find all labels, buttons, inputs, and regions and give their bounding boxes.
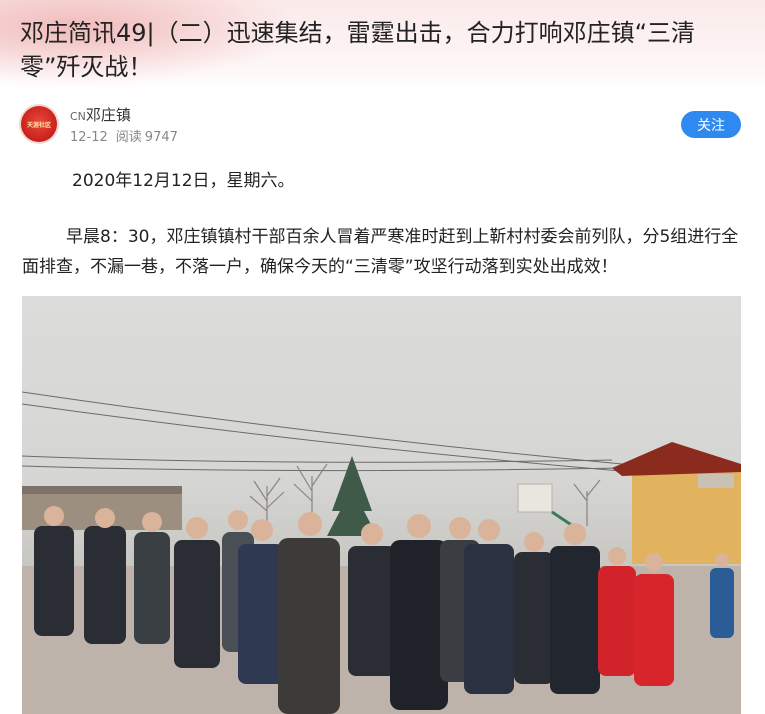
paragraph-date: 2020年12月12日，星期六。 [72, 171, 295, 191]
avatar-logo-text: 天涯社区 [26, 121, 51, 129]
pavilion-building [612, 442, 741, 564]
power-lines [22, 391, 633, 473]
reads-label: 阅读 [115, 130, 142, 145]
article-title: 邓庄简讯49|（二）迅速集结，雷霆出击，合力打响邓庄镇“三清零”歼灭战！ [20, 19, 696, 81]
author-name-row[interactable]: CN邓庄镇 [70, 104, 131, 125]
group-photo-image [22, 391, 741, 714]
post-meta: 12-12 阅读 9747 [70, 126, 186, 145]
paragraph-body: 早晨8：30，邓庄镇镇村干部百余人冒着严寒准时赶到上靳村村委会前列队，分5组进行… [22, 227, 739, 277]
post-date: 12-12 [70, 130, 108, 145]
author-name: 邓庄镇 [85, 106, 131, 124]
group-photo[interactable] [22, 296, 741, 714]
follow-button[interactable]: 关注 [681, 111, 741, 138]
avatar[interactable]: 天涯社区 [21, 106, 57, 142]
reads-count: 9747 [144, 130, 178, 145]
author-prefix: CN [70, 110, 86, 123]
